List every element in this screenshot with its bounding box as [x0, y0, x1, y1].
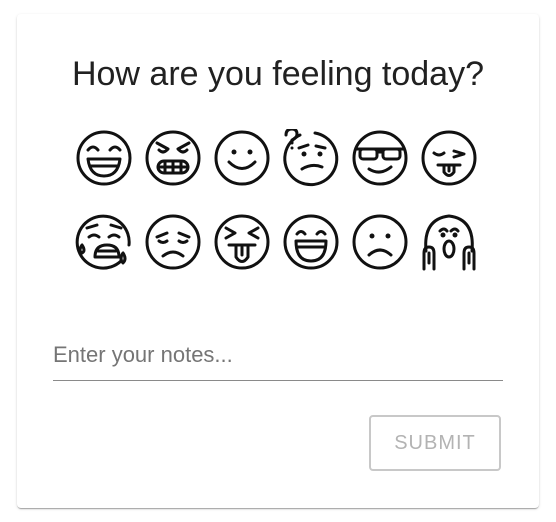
winking-tongue-icon[interactable] [420, 129, 478, 187]
sunglasses-icon[interactable] [351, 129, 409, 187]
emoji-grid [75, 129, 495, 274]
crying-sad-icon[interactable] [75, 213, 133, 271]
frowning-icon[interactable] [351, 213, 409, 271]
mood-card: How are you feeling today? Enter your no… [17, 14, 539, 508]
screaming-fear-icon[interactable] [420, 213, 478, 271]
notes-field[interactable] [53, 332, 503, 381]
squinting-tongue-icon[interactable] [213, 213, 271, 271]
grinning-squint-icon[interactable] [75, 129, 133, 187]
submit-button[interactable]: SUBMIT [369, 415, 501, 471]
grinning-open-icon[interactable] [282, 213, 340, 271]
angry-grin-icon[interactable] [144, 129, 202, 187]
confused-question-icon[interactable] [282, 129, 340, 187]
notes-input[interactable] [53, 338, 503, 372]
smiling-icon[interactable] [213, 129, 271, 187]
card-title: How are you feeling today? [71, 55, 485, 93]
disappointed-icon[interactable] [144, 213, 202, 271]
